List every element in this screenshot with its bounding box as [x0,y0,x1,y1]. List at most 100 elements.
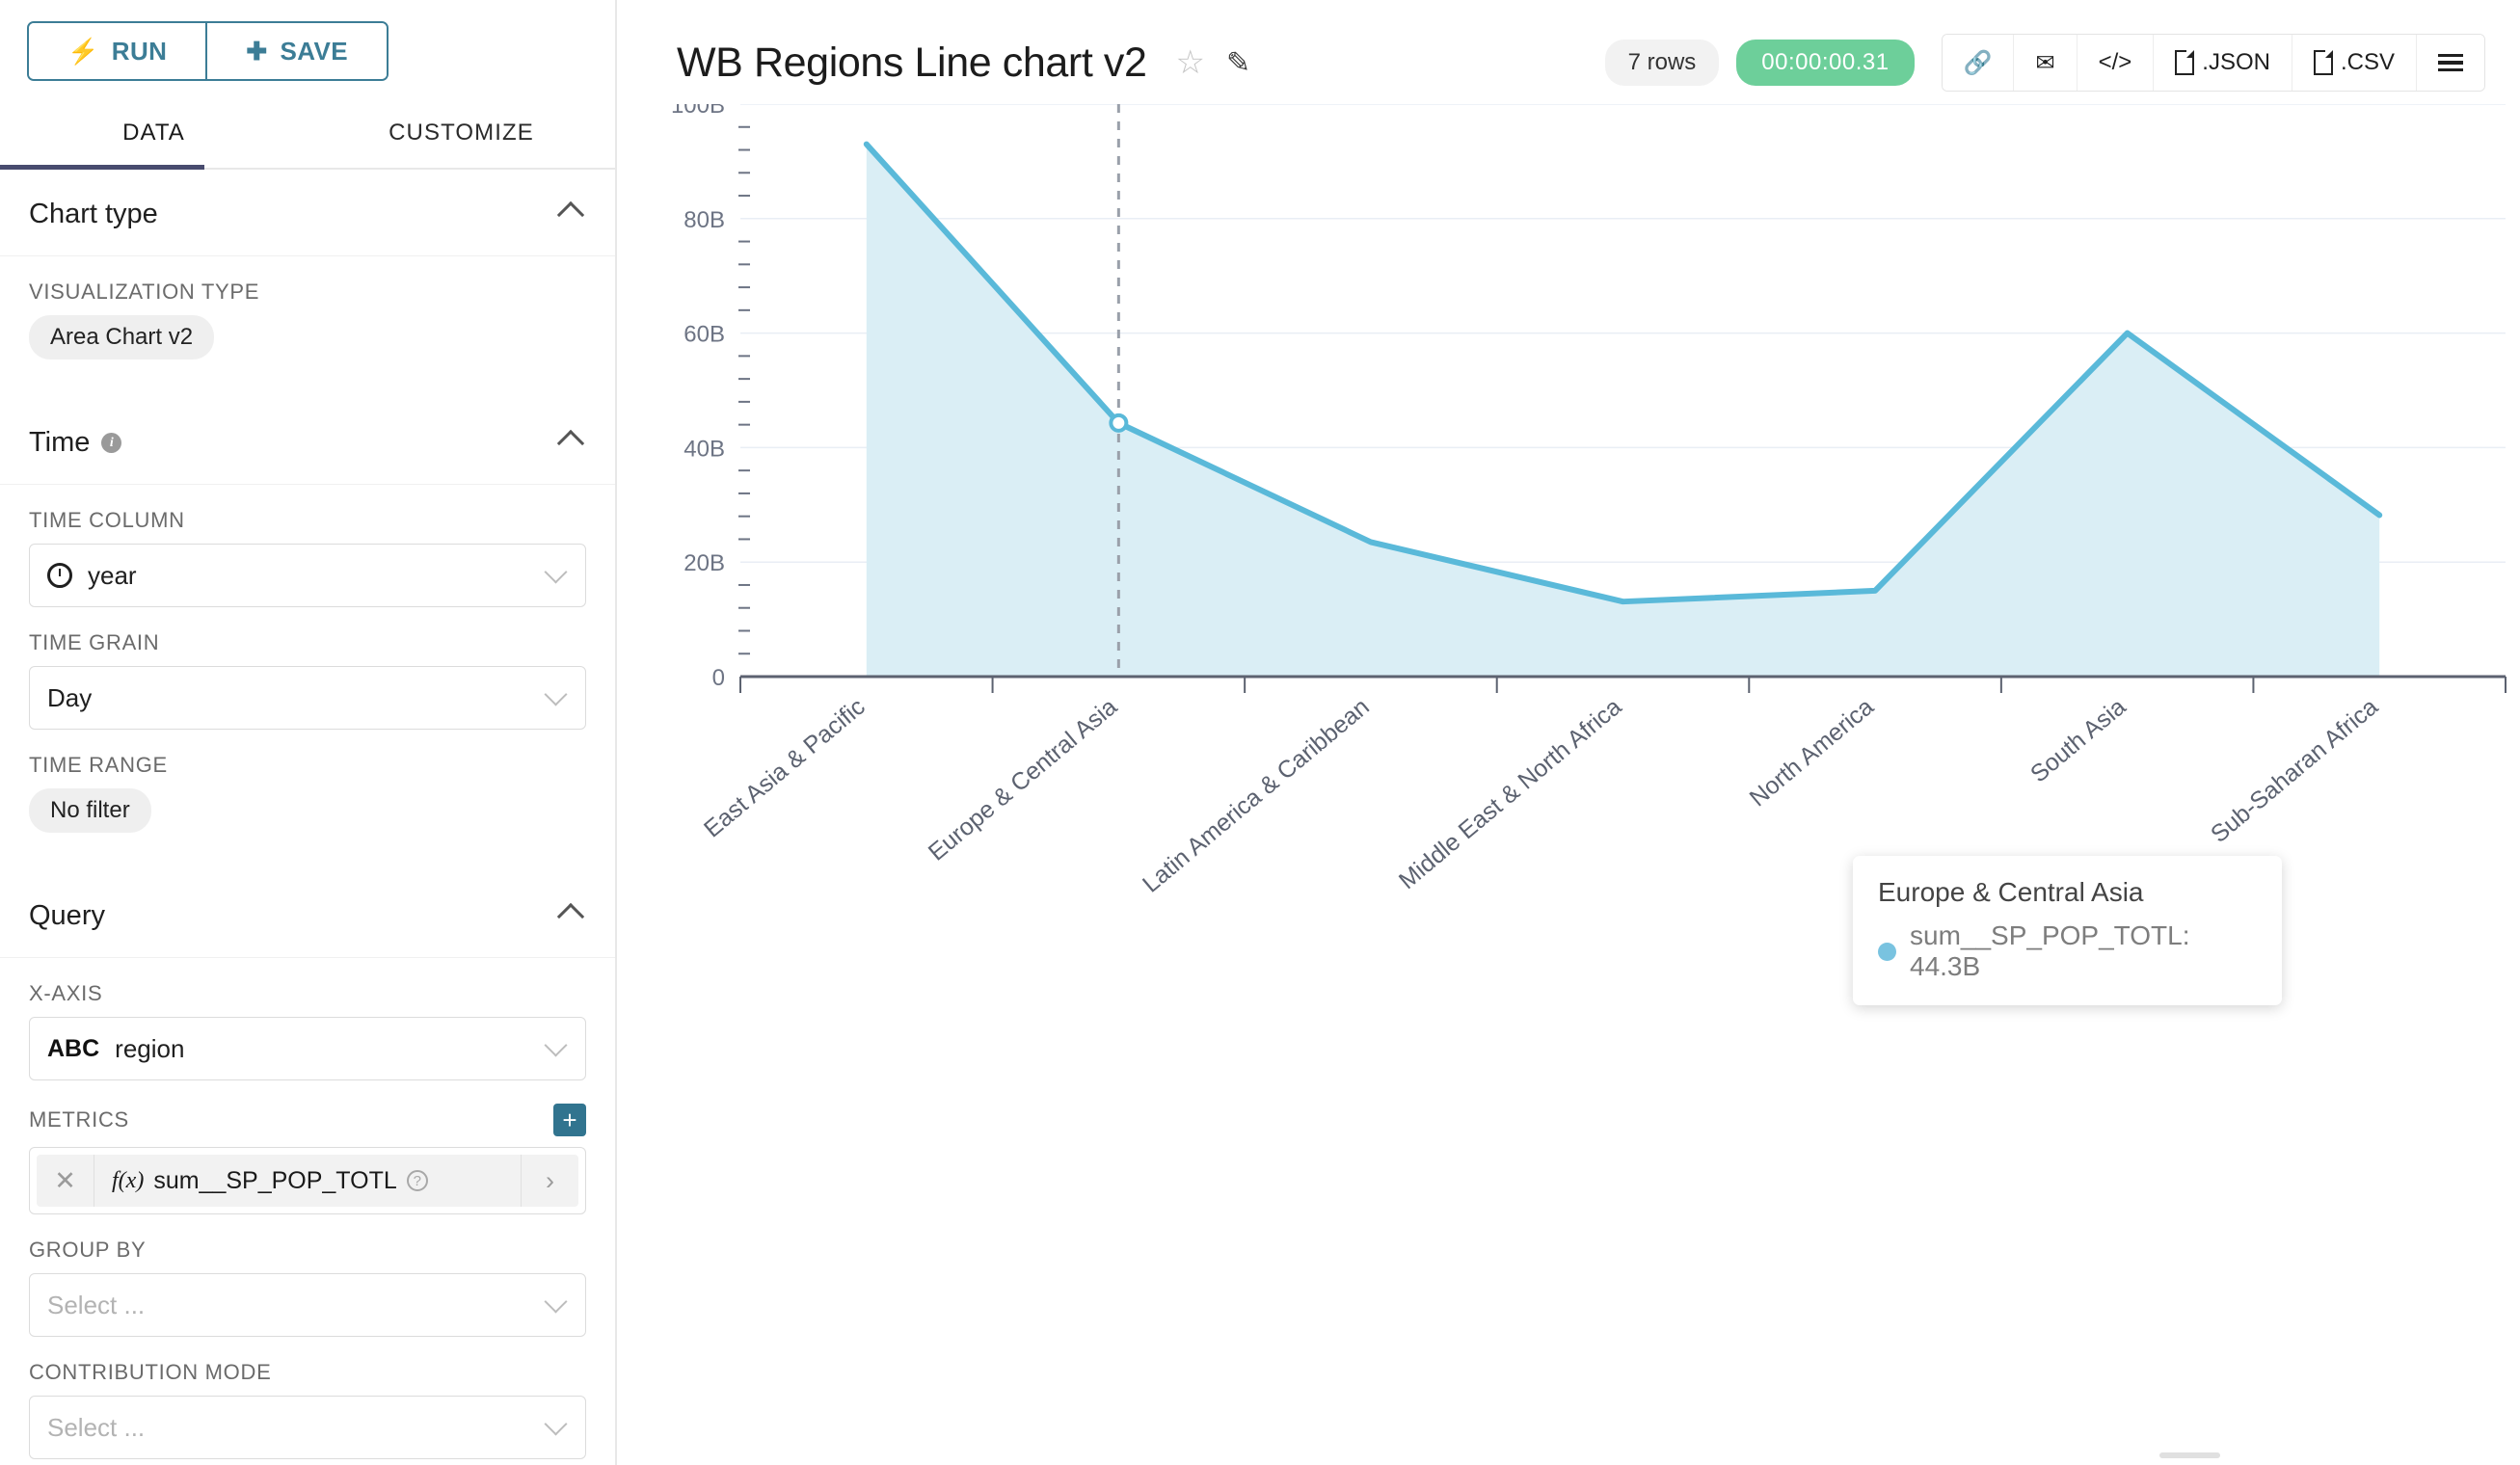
svg-text:Sub-Saharan Africa: Sub-Saharan Africa [2206,693,2383,848]
section-time-title: Time i [29,427,121,459]
tooltip-value-text: sum__SP_POP_TOTL: 44.3B [1910,920,2257,982]
group-by-placeholder: Select ... [47,1291,532,1320]
metric-label: sum__SP_POP_TOTL [153,1167,396,1195]
resize-handle[interactable] [2159,1452,2220,1458]
svg-text:Europe & Central Asia: Europe & Central Asia [924,693,1122,866]
tab-customize[interactable]: CUSTOMIZE [308,106,615,168]
field-time-range: TIME RANGE No filter [0,753,615,833]
csv-label: .CSV [2341,49,2395,76]
help-icon[interactable]: ? [407,1170,428,1191]
field-metrics: METRICS + ✕ f(x) sum__SP_POP_TOTL ? › [0,1104,615,1214]
chevron-down-icon [544,1412,567,1435]
function-icon: f(x) [112,1168,144,1194]
save-button[interactable]: ✚ SAVE [205,23,387,79]
contribution-mode-select[interactable]: Select ... [29,1396,586,1459]
tooltip-title: Europe & Central Asia [1878,877,2257,908]
link-icon[interactable]: 🔗 [1943,35,2015,91]
sidebar-actions: ⚡ RUN ✚ SAVE [0,0,615,81]
time-column-value: year [88,561,532,591]
run-button[interactable]: ⚡ RUN [29,23,205,79]
section-chart-type-title: Chart type [29,199,158,230]
time-range-label: TIME RANGE [29,753,586,778]
section-chart-type-header[interactable]: Chart type [0,170,615,256]
metric-item[interactable]: ✕ f(x) sum__SP_POP_TOTL ? › [37,1155,578,1207]
group-by-select[interactable]: Select ... [29,1273,586,1337]
json-export-button[interactable]: .JSON [2154,35,2292,91]
svg-text:100B: 100B [671,104,725,119]
sidebar-tabs: DATA CUSTOMIZE [0,106,615,170]
chevron-up-icon [557,200,584,227]
sidebar-scroll-region[interactable]: Chart type VISUALIZATION TYPE Area Chart… [0,170,615,1465]
metrics-label: METRICS [29,1107,129,1132]
chevron-down-icon [544,560,567,583]
field-time-grain: TIME GRAIN Day [0,630,615,730]
svg-text:South Asia: South Asia [2025,693,2131,787]
area-chart-svg[interactable]: 020B40B60B80B100BEast Asia & PacificEuro… [617,104,2520,1465]
row-count-badge: 7 rows [1605,40,1720,86]
group-by-label: GROUP BY [29,1238,586,1263]
time-column-select[interactable]: year [29,544,586,607]
info-icon[interactable]: i [101,433,121,453]
field-visualization-type: VISUALIZATION TYPE Area Chart v2 [0,280,615,360]
menu-icon[interactable] [2417,35,2484,91]
svg-text:60B: 60B [684,322,725,348]
chevron-up-icon [557,429,584,456]
section-time-title-text: Time [29,427,90,459]
control-panel-sidebar: ⚡ RUN ✚ SAVE DATA CUSTOMIZE Chart type V… [0,0,617,1465]
section-query-header[interactable]: Query [0,871,615,958]
edit-icon[interactable]: ✎ [1226,46,1250,80]
code-icon[interactable]: </> [2078,35,2155,91]
abc-type-icon: ABC [47,1035,99,1063]
metrics-label-row: METRICS + [29,1104,586,1136]
contribution-mode-placeholder: Select ... [47,1413,532,1443]
star-icon[interactable]: ☆ [1176,43,1205,82]
series-color-dot [1878,943,1896,961]
json-label: .JSON [2202,49,2270,76]
x-axis-select[interactable]: ABC region [29,1017,586,1080]
time-column-label: TIME COLUMN [29,508,586,533]
field-time-column: TIME COLUMN year [0,508,615,607]
section-time-header[interactable]: Time i [0,398,615,485]
title-icon-group: ☆ ✎ [1176,43,1251,82]
header-right-toolbar: 7 rows 00:00:00.31 🔗 ✉ </> .JSON .CSV [1605,34,2485,92]
chart-header: WB Regions Line chart v2 ☆ ✎ 7 rows 00:0… [617,0,2520,104]
svg-text:East Asia & Pacific: East Asia & Pacific [699,693,871,842]
page-title: WB Regions Line chart v2 [677,40,1147,87]
file-icon [2314,50,2333,75]
save-button-label: SAVE [281,37,348,67]
run-button-label: RUN [112,37,168,67]
clock-icon [47,563,72,588]
time-range-value[interactable]: No filter [29,788,151,833]
chart-main-area: WB Regions Line chart v2 ☆ ✎ 7 rows 00:0… [617,0,2520,1465]
svg-text:North America: North America [1745,693,1879,812]
time-grain-select[interactable]: Day [29,666,586,730]
svg-text:40B: 40B [684,436,725,462]
visualization-type-value[interactable]: Area Chart v2 [29,315,214,360]
time-grain-value: Day [47,683,532,713]
visualization-type-label: VISUALIZATION TYPE [29,280,586,305]
active-tab-indicator [0,165,204,170]
metric-body: f(x) sum__SP_POP_TOTL ? [94,1167,521,1195]
lightning-icon: ⚡ [67,39,99,64]
tab-data[interactable]: DATA [0,106,308,168]
chart-tooltip: Europe & Central Asia sum__SP_POP_TOTL: … [1853,856,2282,1005]
chevron-down-icon [544,1290,567,1313]
remove-metric-icon[interactable]: ✕ [37,1155,94,1207]
svg-text:0: 0 [712,665,725,691]
csv-export-button[interactable]: .CSV [2292,35,2417,91]
run-save-button-group: ⚡ RUN ✚ SAVE [27,21,389,81]
svg-text:Latin America & Caribbean: Latin America & Caribbean [1138,693,1375,898]
add-metric-button[interactable]: + [553,1104,586,1136]
chevron-up-icon [557,902,584,929]
hamburger-glyph [2438,54,2463,72]
chart-canvas[interactable]: 020B40B60B80B100BEast Asia & PacificEuro… [617,104,2520,1465]
chevron-down-icon [544,1033,567,1056]
metrics-list: ✕ f(x) sum__SP_POP_TOTL ? › [29,1147,586,1214]
section-query-title: Query [29,900,105,932]
email-icon[interactable]: ✉ [2014,35,2077,91]
plus-circle-icon: ✚ [246,39,267,64]
superset-explore-page: ⚡ RUN ✚ SAVE DATA CUSTOMIZE Chart type V… [0,0,2520,1465]
svg-text:Middle East & North Africa: Middle East & North Africa [1394,693,1627,894]
field-contribution-mode: CONTRIBUTION MODE Select ... [0,1360,615,1459]
chevron-right-icon[interactable]: › [521,1155,578,1207]
